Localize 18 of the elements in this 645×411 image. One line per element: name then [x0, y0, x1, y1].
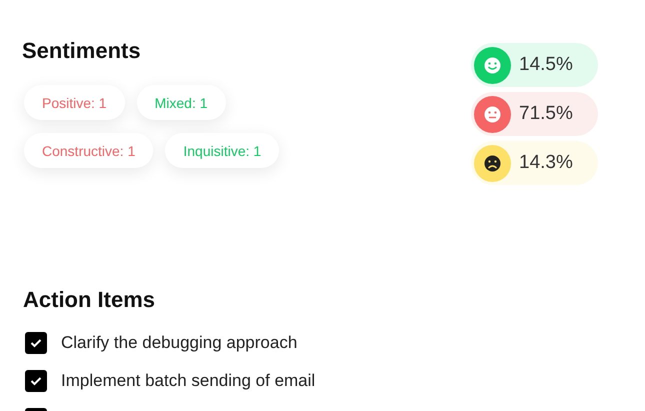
section-title: Sentiments [22, 38, 142, 64]
checkbox[interactable] [25, 332, 47, 354]
neutral-face-icon [474, 96, 511, 132]
frown-face-icon [474, 144, 511, 182]
score-value: 71.5% [519, 103, 573, 125]
sentiment-tag: Inquisitive: 1 [165, 133, 280, 168]
smiley-icon [474, 46, 511, 84]
section-title: Action Items [23, 287, 156, 313]
action-item-text: Clarify the debugging approach [61, 333, 298, 353]
sentiment-tag: Positive: 1 [24, 85, 125, 120]
score-value: 14.3% [519, 152, 573, 174]
check-icon [30, 338, 42, 348]
check-icon [30, 376, 42, 386]
score-value: 14.5% [519, 54, 573, 76]
action-item-text: Implement batch sending of email [61, 371, 316, 391]
sentiment-tag: Mixed: 1 [136, 85, 226, 120]
checkbox[interactable] [25, 370, 47, 392]
sentiment-tag: Constructive: 1 [24, 133, 154, 168]
